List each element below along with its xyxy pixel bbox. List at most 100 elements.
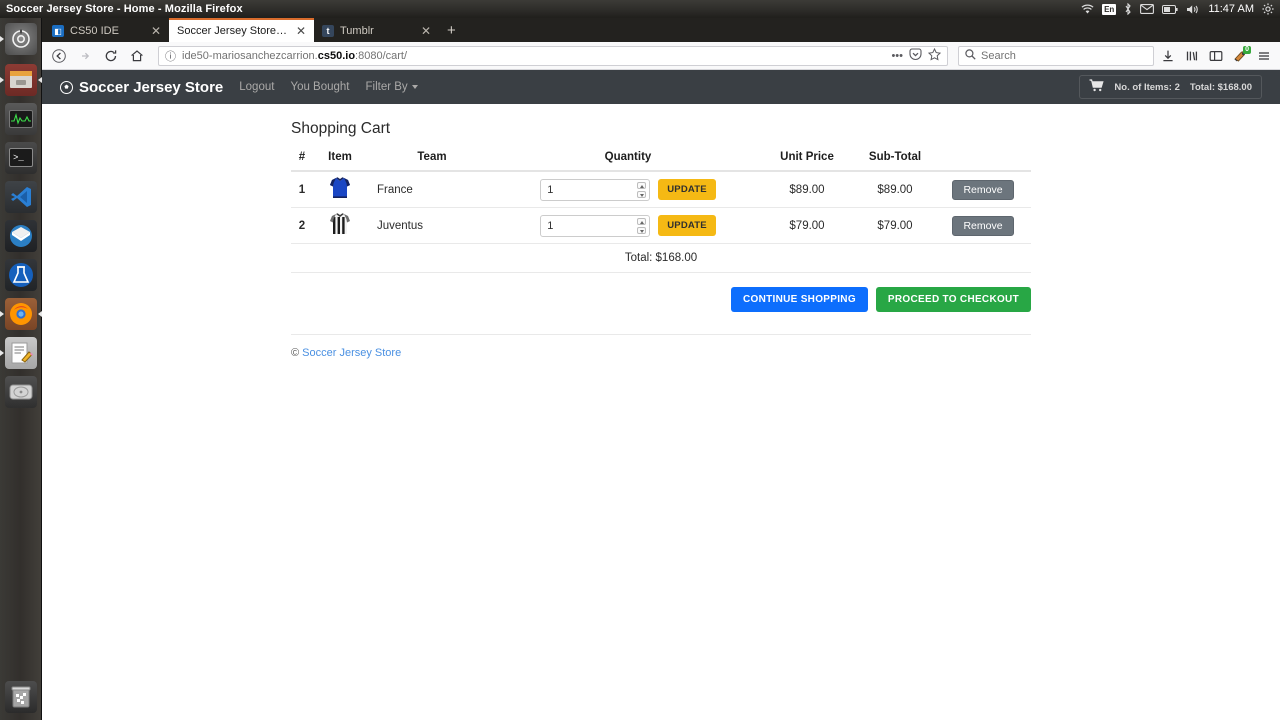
quantity-stepper[interactable] <box>540 178 651 201</box>
row-item-thumbnail[interactable] <box>313 207 367 244</box>
row-item-thumbnail[interactable] <box>313 171 367 208</box>
cart-table: # Item Team Quantity Unit Price Sub-Tota… <box>291 146 1031 273</box>
clock[interactable]: 11:47 AM <box>1208 3 1254 15</box>
firefox-icon <box>5 297 37 330</box>
ubuntu-top-panel: Soccer Jersey Store - Home - Mozilla Fir… <box>0 0 1280 18</box>
nav-link-filter-by-label: Filter By <box>365 81 408 93</box>
row-team: France <box>367 171 497 208</box>
cart-icon <box>1089 79 1105 95</box>
nav-link-you-bought[interactable]: You Bought <box>290 81 349 93</box>
continue-shopping-button[interactable]: CONTINUE SHOPPING <box>731 287 868 312</box>
search-icon <box>965 48 976 63</box>
close-icon[interactable]: ✕ <box>421 25 431 37</box>
update-button[interactable]: UPDATE <box>658 215 716 236</box>
trash-icon <box>5 680 37 713</box>
running-indicator-left <box>0 349 4 356</box>
pocket-icon[interactable] <box>909 47 922 64</box>
row-unit-price: $79.00 <box>759 207 855 244</box>
back-button[interactable] <box>48 45 70 67</box>
quantity-input[interactable] <box>540 214 651 237</box>
row-team: Juventus <box>367 207 497 244</box>
row-remove-cell: Remove <box>935 171 1031 208</box>
row-sub-total: $79.00 <box>855 207 935 244</box>
hamburger-menu-icon[interactable] <box>1254 45 1274 67</box>
launcher-item-firefox[interactable] <box>0 294 42 333</box>
column-header-item: Item <box>313 146 367 172</box>
page-title: Shopping Cart <box>291 120 391 137</box>
launcher-item-vscode[interactable] <box>0 177 42 216</box>
close-icon[interactable]: ✕ <box>151 25 161 37</box>
search-bar[interactable]: Search <box>958 45 1154 66</box>
launcher-item-flask[interactable] <box>0 255 42 294</box>
row-sub-total: $89.00 <box>855 171 935 208</box>
cart-table-body: 1 France 1 UPDATE $89.00 $89.00 Remove 2… <box>291 171 1031 273</box>
tab-label: Tumblr <box>340 25 374 37</box>
wifi-icon[interactable] <box>1081 4 1094 15</box>
table-row: 2 Juventus 1 UPDATE $79.00 $79.00 Remove <box>291 207 1031 244</box>
library-icon[interactable] <box>1182 45 1202 67</box>
footer-link-soccer-jersey-store[interactable]: Soccer Jersey Store <box>302 347 401 359</box>
cart-summary-button[interactable]: No. of Items: 2 Total: $168.00 <box>1079 75 1262 99</box>
page-info-icon[interactable]: ⓘ <box>165 48 176 64</box>
cart-total-row: Total: $168.00 <box>291 243 1031 273</box>
new-tab-button[interactable]: + <box>439 20 464 42</box>
ubuntu-dash-icon <box>5 23 37 55</box>
disk-utility-icon <box>5 375 37 408</box>
keyboard-layout-indicator[interactable]: En <box>1102 3 1117 15</box>
volume-icon[interactable] <box>1186 4 1200 15</box>
remove-button[interactable]: Remove <box>952 179 1014 200</box>
forward-button[interactable] <box>74 45 96 67</box>
quantity-input[interactable] <box>540 178 651 201</box>
tab-cs50-ide[interactable]: ◧ CS50 IDE ✕ <box>44 20 169 42</box>
launcher-item-thunderbird[interactable] <box>0 216 42 255</box>
cs50-favicon: ◧ <box>52 25 64 37</box>
tab-tumblr[interactable]: t Tumblr ✕ <box>314 20 439 42</box>
settings-gear-icon[interactable] <box>1262 3 1274 15</box>
remove-button[interactable]: Remove <box>952 215 1014 236</box>
row-remove-cell: Remove <box>935 207 1031 244</box>
brand-logo[interactable]: Soccer Jersey Store <box>60 79 223 96</box>
launcher-item-system-monitor[interactable] <box>0 99 42 138</box>
row-unit-price: $89.00 <box>759 171 855 208</box>
launcher-item-terminal[interactable]: >_ <box>0 138 42 177</box>
mail-icon[interactable] <box>1140 4 1155 14</box>
downloads-icon[interactable] <box>1158 45 1178 67</box>
bluetooth-icon[interactable] <box>1124 3 1132 15</box>
launcher-item-disk-utility[interactable] <box>0 372 42 411</box>
extension-badge-count: 0 <box>1243 45 1251 54</box>
column-header-number: # <box>291 146 313 172</box>
text-editor-icon <box>5 336 37 369</box>
flask-app-icon <box>5 258 37 291</box>
url-bar[interactable]: ⓘ ide50-mariosanchezcarrion.cs50.io:8080… <box>158 45 948 66</box>
dots-menu-icon[interactable]: ••• <box>891 50 903 62</box>
running-indicator-left <box>0 76 4 83</box>
proceed-to-checkout-button[interactable]: PROCEED TO CHECKOUT <box>875 287 1031 312</box>
home-button[interactable] <box>126 45 148 67</box>
url-text: ide50-mariosanchezcarrion.cs50.io:8080/c… <box>182 50 885 62</box>
close-icon[interactable]: ✕ <box>296 25 306 37</box>
launcher-item-trash[interactable] <box>0 677 42 716</box>
extension-icon[interactable]: 0 <box>1230 45 1251 67</box>
url-suffix: :8080/cart/ <box>355 49 408 62</box>
running-indicator-left <box>0 36 4 42</box>
launcher-item-files[interactable] <box>0 60 42 99</box>
launcher-item-ubuntu-dash[interactable] <box>0 18 42 60</box>
sidebar-icon[interactable] <box>1206 45 1226 67</box>
tab-strip: ◧ CS50 IDE ✕ Soccer Jersey Store - Home … <box>42 18 1280 42</box>
row-quantity-cell: UPDATE <box>497 207 759 244</box>
tab-label: CS50 IDE <box>70 25 119 37</box>
navigation-toolbar: ⓘ ide50-mariosanchezcarrion.cs50.io:8080… <box>42 42 1280 70</box>
update-button[interactable]: UPDATE <box>658 179 716 200</box>
quantity-stepper[interactable] <box>540 214 651 237</box>
nav-link-logout[interactable]: Logout <box>239 81 274 93</box>
cart-action-buttons: CONTINUE SHOPPING PROCEED TO CHECKOUT <box>291 273 1031 312</box>
launcher-item-text-editor[interactable] <box>0 333 42 372</box>
tab-soccer-jersey-store[interactable]: Soccer Jersey Store - Home ✕ <box>169 18 314 42</box>
site-navbar: Soccer Jersey Store Logout You Bought Fi… <box>42 70 1280 104</box>
battery-icon[interactable] <box>1162 4 1178 14</box>
reload-button[interactable] <box>100 45 122 67</box>
bookmark-star-icon[interactable] <box>927 47 942 64</box>
tumblr-favicon: t <box>322 25 334 37</box>
terminal-icon: >_ <box>5 141 37 174</box>
nav-link-filter-by[interactable]: Filter By <box>366 81 418 93</box>
